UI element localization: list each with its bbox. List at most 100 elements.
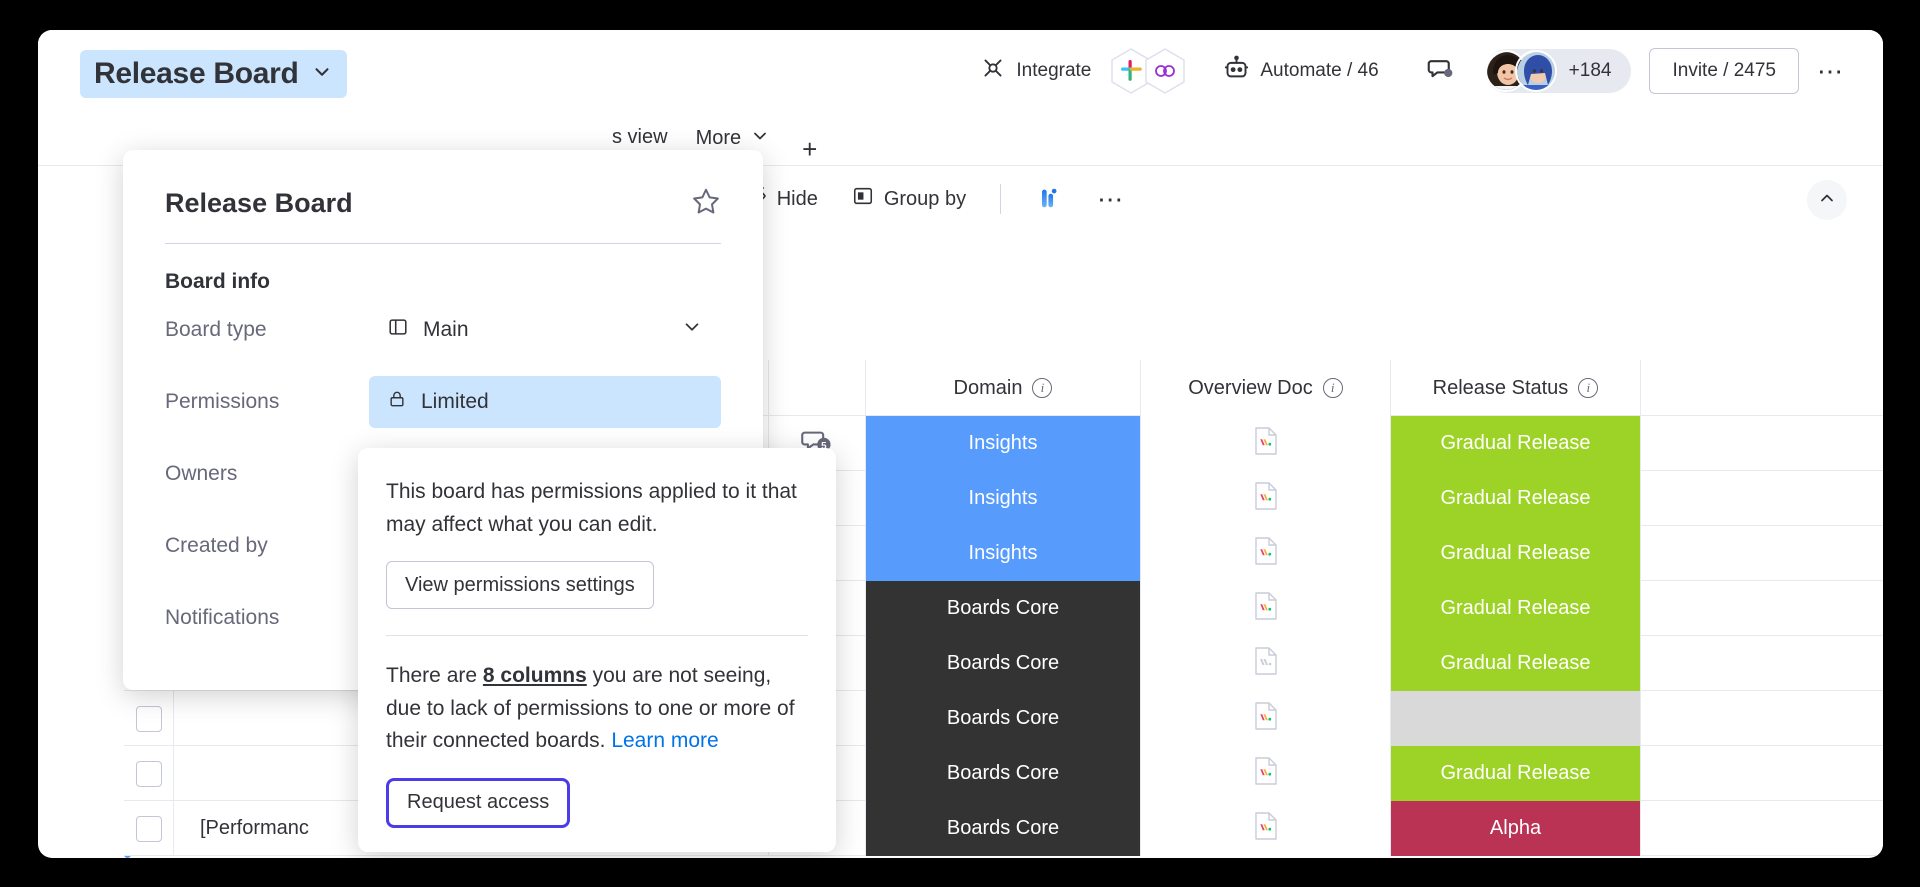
board-title-text: Release Board xyxy=(94,57,299,90)
row-release-status-cell[interactable]: Gradual Release xyxy=(1391,746,1641,801)
info-icon[interactable]: i xyxy=(1032,378,1053,398)
columns-count-link[interactable]: 8 columns xyxy=(483,664,587,687)
add-view-button[interactable]: + xyxy=(784,134,835,165)
row-overview-doc-cell[interactable] xyxy=(1141,471,1391,526)
chevron-up-icon xyxy=(1817,188,1837,213)
chat-bubble-icon xyxy=(1425,53,1455,89)
dialog-label: Notifications xyxy=(165,606,280,629)
dialog-row-permissions: Permissions Limited xyxy=(123,366,763,438)
permissions-text: Limited xyxy=(421,390,489,413)
monday-doc-icon[interactable] xyxy=(1253,811,1279,847)
popover-paragraph-2: There are 8 columns you are not seeing, … xyxy=(386,660,808,758)
tab-label: More xyxy=(695,127,742,149)
tab-label: s view xyxy=(612,125,668,148)
row-checkbox[interactable] xyxy=(135,760,162,787)
learn-more-link[interactable]: Learn more xyxy=(611,729,718,752)
monday-doc-icon[interactable] xyxy=(1253,536,1279,572)
row-checkbox[interactable] xyxy=(135,815,162,842)
screenshot-root: Release Board Integrate Automate / 46 +1… xyxy=(0,0,1920,887)
top-bar-right: Integrate Automate / 46 +184 Invite / 24… xyxy=(966,30,1853,112)
request-access-button[interactable]: Request access xyxy=(386,777,571,828)
row-overview-doc-cell[interactable] xyxy=(1141,526,1391,581)
row-checkbox-cell[interactable] xyxy=(124,746,174,801)
avatar-group[interactable]: +184 xyxy=(1484,49,1632,93)
board-type-value[interactable]: Main xyxy=(369,304,721,356)
hide-label: Hide xyxy=(776,187,818,210)
monday-doc-icon[interactable] xyxy=(1253,756,1279,792)
row-overview-doc-cell[interactable] xyxy=(1141,416,1391,471)
row-domain-cell[interactable]: Boards Core xyxy=(866,746,1141,801)
row-overview-doc-cell[interactable] xyxy=(1141,801,1391,856)
dialog-header: Release Board xyxy=(123,150,763,221)
row-domain-cell[interactable]: Insights xyxy=(866,526,1141,581)
th-chat xyxy=(769,360,866,416)
row-domain-cell[interactable]: Boards Core xyxy=(866,581,1141,636)
row-domain-cell[interactable]: Boards Core xyxy=(866,691,1141,746)
permissions-popover: This board has permissions applied to it… xyxy=(358,448,836,852)
notifications-button[interactable] xyxy=(1411,53,1469,89)
row-release-status-cell[interactable]: Alpha xyxy=(1391,801,1641,856)
th-overview-doc[interactable]: Overview Doc i xyxy=(1141,360,1391,416)
info-icon[interactable]: i xyxy=(1578,378,1599,398)
monday-ai-icon[interactable] xyxy=(1021,177,1077,221)
toolbar-divider xyxy=(1000,184,1002,214)
board-title-button[interactable]: Release Board xyxy=(80,50,347,98)
board-type-text: Main xyxy=(423,318,469,341)
row-release-status-cell[interactable]: Gradual Release xyxy=(1391,581,1641,636)
integrate-label: Integrate xyxy=(1016,60,1092,81)
row-checkbox[interactable] xyxy=(135,705,162,732)
permissions-value[interactable]: Limited xyxy=(369,376,721,428)
collapse-toolbar-button[interactable] xyxy=(1807,180,1847,220)
view-permissions-settings-button[interactable]: View permissions settings xyxy=(386,561,654,610)
row-release-status-cell[interactable]: Gradual Release xyxy=(1391,636,1641,691)
integrate-plug-icon xyxy=(980,55,1006,87)
star-outline-icon[interactable] xyxy=(691,186,721,221)
board-main-icon xyxy=(387,316,409,344)
dialog-label: Board type xyxy=(165,318,267,341)
popover-paragraph-1: This board has permissions applied to it… xyxy=(386,480,797,536)
row-release-status-cell[interactable]: Gradual Release xyxy=(1391,471,1641,526)
th-release-status-label: Release Status xyxy=(1432,376,1569,399)
row-overview-doc-cell[interactable] xyxy=(1141,691,1391,746)
ellipsis-icon[interactable]: ⋯ xyxy=(1809,49,1853,93)
th-release-status[interactable]: Release Status i xyxy=(1391,360,1641,416)
row-domain-cell[interactable]: Boards Core xyxy=(866,636,1141,691)
row-domain-cell[interactable]: Boards Core xyxy=(866,801,1141,856)
automate-button[interactable]: Automate / 46 xyxy=(1209,55,1392,88)
infinity-integration-icon[interactable] xyxy=(1143,47,1187,95)
popover-divider xyxy=(386,635,808,637)
row-domain-cell[interactable]: Insights xyxy=(866,471,1141,526)
row-release-status-cell[interactable] xyxy=(1391,691,1641,746)
chevron-down-icon xyxy=(750,126,770,152)
chevron-down-icon[interactable] xyxy=(311,61,333,88)
row-domain-cell[interactable]: Insights xyxy=(866,416,1141,471)
monday-doc-icon[interactable] xyxy=(1253,481,1279,517)
row-release-status-cell[interactable]: Gradual Release xyxy=(1391,526,1641,581)
row-overview-doc-cell[interactable] xyxy=(1141,636,1391,691)
group-by-button[interactable]: Group by xyxy=(838,177,980,221)
locked-doc-icon[interactable] xyxy=(1253,646,1279,682)
chevron-down-icon[interactable] xyxy=(681,316,703,344)
invite-button[interactable]: Invite / 2475 xyxy=(1649,48,1799,94)
dialog-label: Owners xyxy=(165,462,238,485)
avatar[interactable] xyxy=(1514,50,1557,92)
th-domain[interactable]: Domain i xyxy=(866,360,1141,416)
app-window: Release Board Integrate Automate / 46 +1… xyxy=(38,30,1883,858)
row-overview-doc-cell[interactable] xyxy=(1141,746,1391,801)
group-by-icon xyxy=(852,185,874,213)
avatar-overflow-count: +184 xyxy=(1568,60,1612,81)
dialog-label: Created by xyxy=(165,534,268,557)
row-checkbox-cell[interactable] xyxy=(124,691,174,746)
automate-label: Automate / 46 xyxy=(1260,60,1379,81)
toolbar-more-icon[interactable]: ⋯ xyxy=(1083,176,1139,223)
group-by-label: Group by xyxy=(883,187,967,210)
monday-doc-icon[interactable] xyxy=(1253,591,1279,627)
info-icon[interactable]: i xyxy=(1322,378,1343,398)
integrate-button[interactable]: Integrate xyxy=(966,55,1105,87)
monday-doc-icon[interactable] xyxy=(1253,426,1279,462)
row-overview-doc-cell[interactable] xyxy=(1141,581,1391,636)
row-checkbox-cell[interactable] xyxy=(124,801,174,856)
monday-doc-icon[interactable] xyxy=(1253,701,1279,737)
row-release-status-cell[interactable]: Gradual Release xyxy=(1391,416,1641,471)
top-bar: Release Board Integrate Automate / 46 +1… xyxy=(38,30,1883,112)
